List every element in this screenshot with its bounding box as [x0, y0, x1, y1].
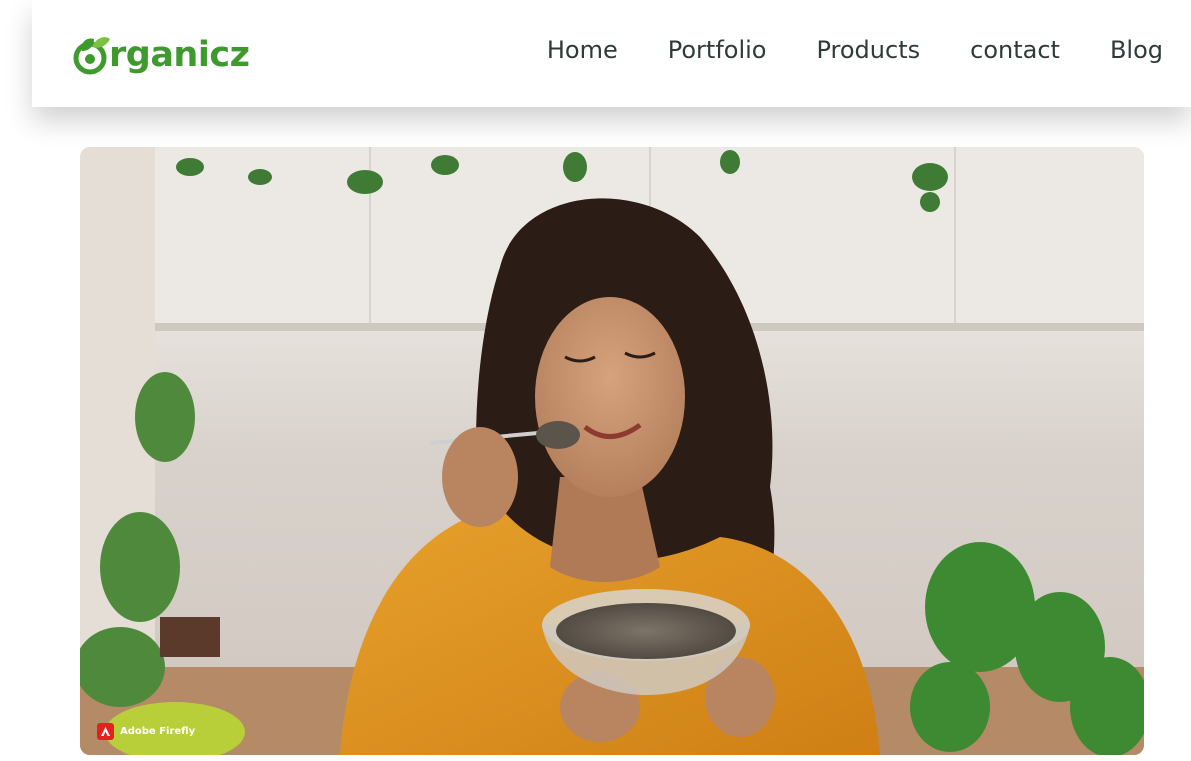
- adobe-firefly-badge: Adobe Firefly: [97, 723, 195, 740]
- woman-eating-chia-seeds-photo: [80, 147, 1144, 755]
- hero-image: Adobe Firefly: [80, 147, 1144, 755]
- nav-contact[interactable]: contact: [970, 33, 1060, 67]
- nav-portfolio[interactable]: Portfolio: [668, 33, 767, 67]
- badge-label: Adobe Firefly: [120, 726, 196, 737]
- nav-blog[interactable]: Blog: [1110, 33, 1163, 67]
- nav-products[interactable]: Products: [816, 33, 920, 67]
- logo-wordmark: rganicz: [109, 34, 250, 75]
- main-nav: Home Portfolio Products contact Blog: [547, 33, 1163, 67]
- organicz-logo[interactable]: rganicz: [72, 30, 250, 80]
- site-header: rganicz Home Portfolio Products contact …: [32, 0, 1191, 107]
- nav-home[interactable]: Home: [547, 33, 618, 67]
- adobe-icon: [97, 723, 114, 740]
- leaf-o-logo-icon: [73, 37, 110, 75]
